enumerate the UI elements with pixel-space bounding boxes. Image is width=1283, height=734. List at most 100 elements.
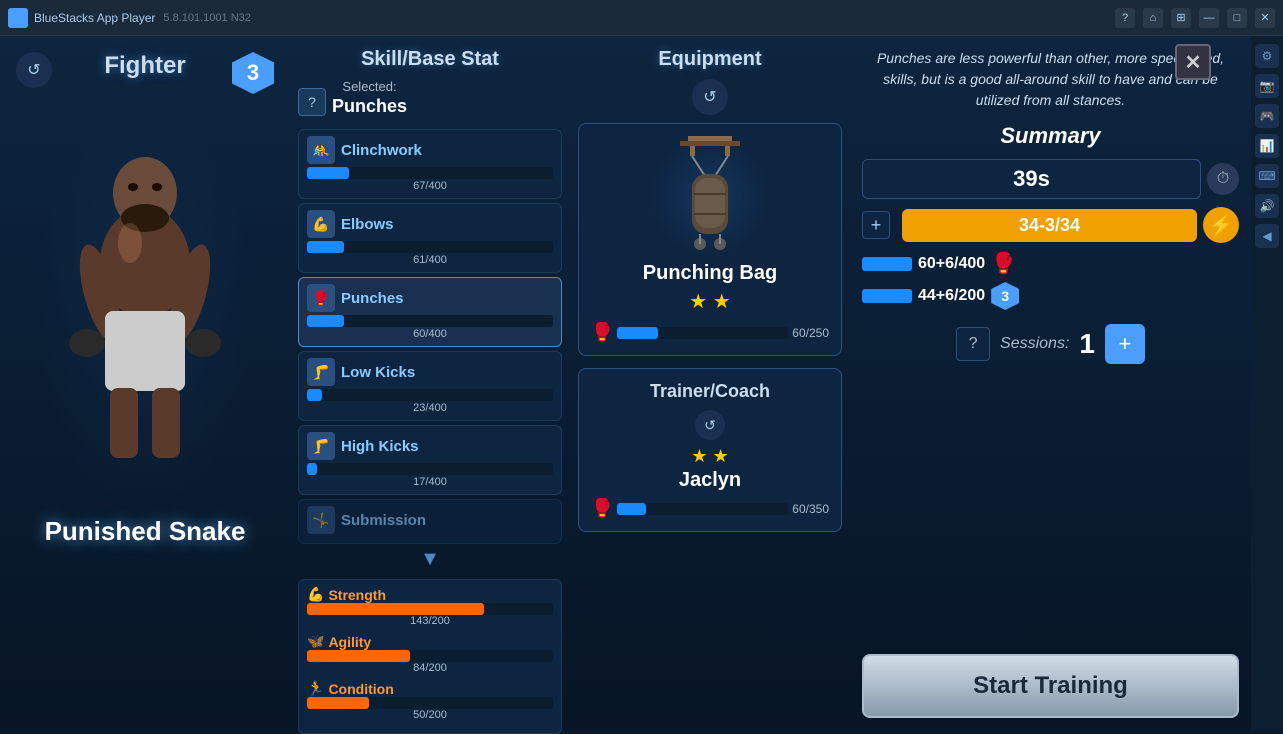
equipment-panel: Equipment ↺ [570,36,850,730]
sessions-add-button[interactable]: + [1105,324,1145,364]
selected-label: Selected: [332,79,407,94]
condition-label: 🏃 Condition [307,680,553,697]
skill-item-punches[interactable]: 🥊 Punches 60/400 [298,277,562,347]
summary-title: Summary [862,123,1239,149]
close-button[interactable]: ✕ [1175,44,1211,80]
skill-item-submission[interactable]: 🤸 Submission [298,499,562,544]
fighter-panel: ↺ Fighter 3 [0,36,290,730]
punches-bar-container [307,315,553,327]
window-controls: ? ⌂ ⊞ — □ ✕ [1115,8,1275,28]
sessions-help-button[interactable]: ? [956,327,990,361]
condition-bar [307,697,369,709]
punches-value: 60/400 [307,328,553,340]
sidebar-icon-1[interactable]: ⚙ [1255,44,1279,68]
equipment-name: Punching Bag [643,262,777,285]
help-btn[interactable]: ? [1115,8,1135,28]
skill-panel-title: Skill/Base Stat [298,48,562,71]
condition-bar-container [307,697,553,709]
low-kicks-bar-container [307,389,553,401]
strength-bar-container [307,603,553,615]
condition-value: 50/200 [307,709,553,721]
apps-btn[interactable]: ⊞ [1171,8,1191,28]
maximize-btn[interactable]: □ [1227,8,1247,28]
skill-header: ? Selected: Punches [298,79,562,125]
sidebar-icon-2[interactable]: 📷 [1255,74,1279,98]
equipment-panel-title: Equipment [578,48,842,71]
trainer-refresh-button[interactable]: ↺ [695,410,725,440]
sidebar-icon-6[interactable]: 🔊 [1255,194,1279,218]
fighter-level-badge: 3 [232,52,274,94]
sessions-count: 1 [1079,328,1095,360]
punches-name: Punches [341,290,404,307]
energy-plus-button[interactable]: + [862,211,890,239]
equipment-stars: ★ ★ [689,289,730,314]
sidebar-icon-3[interactable]: 🎮 [1255,104,1279,128]
fighter-refresh-button[interactable]: ↺ [16,52,52,88]
agility-label: 🦋 Agility [307,633,553,650]
skill-panel: Skill/Base Stat ? Selected: Punches 🤼 Cl… [290,36,570,730]
trainer-stars: ★ ★ [691,446,728,467]
skill-item-low-kicks[interactable]: 🦵 Low Kicks 23/400 [298,351,562,421]
low-kicks-value: 23/400 [307,402,553,414]
low-kicks-name: Low Kicks [341,364,415,381]
trainer-bar [617,503,646,515]
stat1-row: 60+6/400 🥊 [862,251,1239,276]
base-stats-section: 💪 Strength 143/200 🦋 Agility 84/200 🏃 C [298,579,562,734]
sidebar-icon-7[interactable]: ◀ [1255,224,1279,248]
energy-row: + 34-3/34 ⚡ [862,207,1239,243]
equipment-refresh-button[interactable]: ↺ [692,79,728,115]
agility-bar [307,650,410,662]
stat2-value: 44+6/200 [918,287,985,305]
equipment-card[interactable]: Punching Bag ★ ★ 🥊 60/250 [578,123,842,356]
home-btn[interactable]: ⌂ [1143,8,1163,28]
high-kicks-bar [307,463,317,475]
stat2-badge: 3 [991,282,1019,310]
skills-list: 🤼 Clinchwork 67/400 💪 Elbows 61/400 [298,129,562,571]
skill-item-elbows[interactable]: 💪 Elbows 61/400 [298,203,562,273]
equipment-image [650,136,770,256]
stat2-row: 44+6/200 3 [862,282,1239,310]
trainer-section: Trainer/Coach ↺ ★ ★ Jaclyn 🥊 60/350 [578,368,842,532]
equipment-bar [617,327,658,339]
app-version: 5.8.101.1001 N32 [163,12,250,24]
equipment-glove-icon: 🥊 [591,322,613,343]
window-close-btn[interactable]: ✕ [1255,8,1275,28]
clinchwork-icon: 🤼 [307,136,335,164]
stat1-icon: 🥊 [991,251,1016,276]
clock-icon: ⏱ [1207,163,1239,195]
stat1-value: 60+6/400 [918,255,985,273]
scroll-down-arrow[interactable]: ▼ [298,548,562,571]
trainer-bar-value: 60/350 [792,502,829,516]
app-name: BlueStacks App Player [34,11,155,25]
equipment-bar-row: 🥊 60/250 [591,322,829,343]
trainer-bar-row: 🥊 60/350 [591,498,829,519]
skill-item-clinchwork[interactable]: 🤼 Clinchwork 67/400 [298,129,562,199]
strength-bar [307,603,484,615]
strength-label: 💪 Strength [307,586,553,603]
app-logo [8,8,28,28]
start-training-button[interactable]: Start Training [862,654,1239,718]
right-sidebar: ⚙ 📷 🎮 📊 ⌨ 🔊 ◀ [1251,36,1283,730]
high-kicks-value: 17/400 [307,476,553,488]
stat-strength: 💪 Strength 143/200 [307,586,553,627]
elbows-name: Elbows [341,216,394,233]
time-row: 39s ⏱ [862,159,1239,199]
elbows-value: 61/400 [307,254,553,266]
elbows-icon: 💪 [307,210,335,238]
low-kicks-icon: 🦵 [307,358,335,386]
skill-item-high-kicks[interactable]: 🦵 High Kicks 17/400 [298,425,562,495]
fighter-name: Punished Snake [45,516,246,547]
fighter-panel-title: Fighter [104,52,185,80]
sidebar-icon-4[interactable]: 📊 [1255,134,1279,158]
trainer-glove-icon: 🥊 [591,498,613,519]
high-kicks-bar-container [307,463,553,475]
sidebar-icon-5[interactable]: ⌨ [1255,164,1279,188]
skill-help-button[interactable]: ? [298,88,326,116]
minimize-btn[interactable]: — [1199,8,1219,28]
agility-bar-container [307,650,553,662]
stat-condition: 🏃 Condition 50/200 [307,680,553,721]
trainer-section-title: Trainer/Coach [650,381,770,402]
title-bar: BlueStacks App Player 5.8.101.1001 N32 ?… [0,0,1283,36]
lightning-icon: ⚡ [1203,207,1239,243]
fighter-image [35,108,255,508]
